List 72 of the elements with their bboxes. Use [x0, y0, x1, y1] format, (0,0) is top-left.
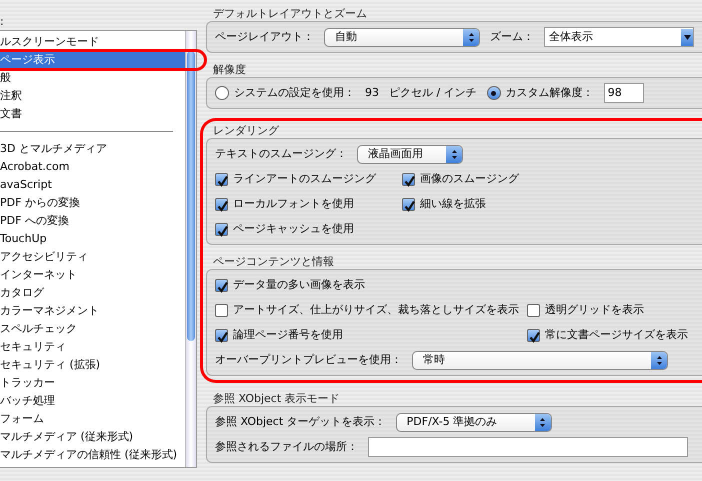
checkbox-label: アートサイズ、仕上がりサイズ、裁ち落としサイズを表示 [233, 302, 519, 318]
stepper-icon [446, 146, 462, 162]
category-item[interactable]: トラッカー [0, 374, 185, 392]
scrollbar[interactable] [185, 31, 196, 467]
checkbox-label: 画像のスムージング [420, 170, 519, 187]
checkbox[interactable] [215, 304, 228, 316]
stepper-icon [534, 414, 551, 430]
category-item[interactable]: avaScript [0, 176, 185, 194]
section-title: ページコンテンツと情報 [212, 254, 335, 269]
checkbox[interactable] [402, 198, 415, 210]
checkbox-label: ローカルフォントを使用 [233, 196, 354, 212]
field-label: ページレイアウト： [215, 28, 314, 45]
category-item[interactable]: TouchUp [0, 230, 185, 248]
category-item[interactable]: 文書 [0, 105, 185, 123]
list-label: : [0, 14, 5, 30]
popup-menu[interactable]: 常時 [412, 350, 668, 370]
popup-menu[interactable]: PDF/X-5 準拠のみ [396, 412, 552, 432]
checkbox-label: ラインアートのスムージング [233, 170, 376, 187]
category-item[interactable]: フォーム [0, 410, 185, 428]
combo-box[interactable]: 全体表示 [544, 27, 694, 47]
category-item[interactable]: PDF からの変換 [0, 194, 185, 212]
radio-button[interactable] [215, 86, 229, 100]
radio-label: システムの設定を使用： [234, 84, 355, 101]
category-item[interactable]: 般 [0, 69, 185, 87]
checkbox-label: 細い線を拡張 [420, 196, 486, 212]
field-label: オーバープリントプレビューを使用： [215, 352, 402, 368]
input-field[interactable] [368, 437, 688, 457]
checkbox[interactable] [215, 198, 228, 210]
section-title: デフォルトレイアウトとズーム [212, 6, 368, 21]
category-item[interactable]: インターネット [0, 266, 185, 284]
checkbox[interactable] [527, 328, 540, 342]
checkbox[interactable] [215, 222, 228, 236]
checkbox-label: データ量の多い画像を表示 [233, 276, 365, 293]
category-item[interactable]: アクセシビリティ [0, 248, 185, 266]
checkbox-label: 論理ページ番号を使用 [233, 326, 343, 343]
popup-menu[interactable]: 液晶画面用 [357, 144, 463, 164]
checkbox[interactable] [215, 328, 228, 342]
category-item[interactable]: セキュリティ [0, 338, 185, 356]
checkbox[interactable] [215, 278, 228, 292]
category-item[interactable]: カラーマネジメント [0, 302, 185, 320]
radio-button[interactable] [486, 86, 501, 100]
field-label: 93 [365, 84, 379, 101]
field-label: ピクセル / インチ [389, 84, 477, 101]
section-title: レンダリング [212, 123, 280, 138]
category-item[interactable]: Acrobat.com [0, 158, 185, 176]
stepper-icon [463, 28, 479, 46]
field-label: 参照されるファイルの場所： [215, 438, 358, 455]
checkbox-label: 透明グリッドを表示 [545, 302, 644, 318]
field-label: 参照 XObject ターゲットを表示： [215, 414, 386, 430]
checkbox-label: ページキャッシュを使用 [233, 220, 354, 237]
category-item[interactable]: ルスクリーンモード [0, 33, 185, 51]
category-item[interactable]: スペルチェック [0, 320, 185, 338]
field-label: ズーム： [490, 28, 534, 45]
category-item[interactable]: マルチメディア (従来形式) [0, 428, 185, 446]
checkbox[interactable] [215, 172, 228, 186]
checkbox-label: 常に文書ページサイズを表示 [545, 326, 688, 343]
category-item[interactable]: マルチメディアの信頼性 (従来形式) [0, 446, 185, 464]
section-title: 参照 XObject 表示モード [212, 391, 341, 406]
input-field[interactable]: 98 [604, 83, 644, 103]
checkbox[interactable] [527, 304, 540, 316]
checkbox[interactable] [402, 172, 415, 186]
category-item[interactable]: 3D とマルチメディア [0, 140, 185, 158]
stepper-icon [651, 352, 667, 368]
category-item[interactable]: 注釈 [0, 87, 185, 105]
category-item[interactable]: PDF への変換 [0, 212, 185, 230]
section-title: 解像度 [212, 62, 247, 77]
popup-menu[interactable]: 自動 [324, 28, 480, 46]
category-item[interactable]: バッチ処理 [0, 392, 185, 410]
radio-label: カスタム解像度： [506, 84, 594, 101]
category-item[interactable]: カタログ [0, 284, 185, 302]
category-item[interactable]: セキュリティ (拡張) [0, 356, 185, 374]
field-label: テキストのスムージング： [215, 146, 347, 162]
